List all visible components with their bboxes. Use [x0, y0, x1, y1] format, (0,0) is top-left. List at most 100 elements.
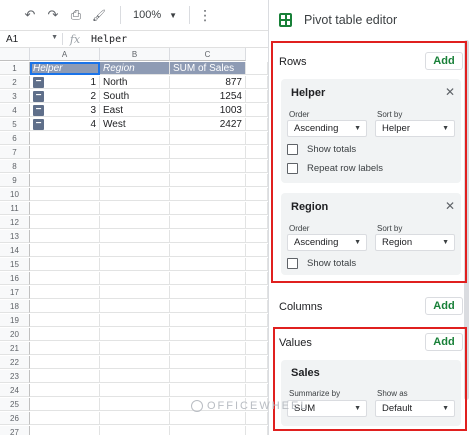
- print-icon[interactable]: ⎙: [66, 5, 86, 25]
- empty-cell[interactable]: [30, 356, 100, 369]
- empty-cell[interactable]: [100, 216, 170, 229]
- collapse-icon[interactable]: −: [33, 91, 44, 102]
- row-header[interactable]: 13: [0, 230, 30, 243]
- empty-cell[interactable]: [100, 132, 170, 145]
- empty-cell[interactable]: [246, 286, 268, 299]
- collapse-icon[interactable]: −: [33, 77, 44, 88]
- empty-cell[interactable]: [170, 286, 246, 299]
- spreadsheet-grid[interactable]: A B C 1 2 3 4 5 6 7 8 9 10 11 12 13 14 15 16 17 18 19 20 21 2…: [0, 48, 268, 435]
- row-header[interactable]: 6: [0, 132, 30, 145]
- row-header[interactable]: 23: [0, 370, 30, 383]
- empty-cell[interactable]: [246, 216, 268, 229]
- empty-cell[interactable]: [100, 398, 170, 411]
- row-header[interactable]: 7: [0, 146, 30, 159]
- zoom-select[interactable]: 100% ▼: [129, 7, 181, 23]
- empty-cell[interactable]: [100, 174, 170, 187]
- empty-cell[interactable]: [246, 230, 268, 243]
- row-header[interactable]: 20: [0, 328, 30, 341]
- cell-c4[interactable]: 1003: [170, 104, 246, 117]
- cell-c1[interactable]: SUM of Sales: [170, 62, 246, 75]
- empty-cell[interactable]: [30, 202, 100, 215]
- empty-cell[interactable]: [30, 286, 100, 299]
- empty-cell[interactable]: [170, 174, 246, 187]
- empty-cell[interactable]: [170, 328, 246, 341]
- empty-cell[interactable]: [170, 258, 246, 271]
- more-icon[interactable]: ⋮: [198, 7, 212, 24]
- empty-cell[interactable]: [100, 202, 170, 215]
- empty-cell[interactable]: [246, 202, 268, 215]
- empty-cell[interactable]: [100, 314, 170, 327]
- empty-cell[interactable]: [100, 286, 170, 299]
- row-header[interactable]: 3: [0, 90, 30, 103]
- row-header[interactable]: 19: [0, 314, 30, 327]
- collapse-icon[interactable]: −: [33, 119, 44, 130]
- row-header[interactable]: 8: [0, 160, 30, 173]
- empty-cell[interactable]: [100, 146, 170, 159]
- empty-cell[interactable]: [170, 314, 246, 327]
- empty-cell[interactable]: [170, 132, 246, 145]
- empty-cell[interactable]: [170, 202, 246, 215]
- empty-cell[interactable]: [170, 230, 246, 243]
- name-box[interactable]: A1 ▼: [0, 34, 62, 45]
- empty-cell[interactable]: [30, 244, 100, 257]
- empty-cell[interactable]: [246, 62, 268, 75]
- empty-cell[interactable]: [246, 426, 268, 435]
- empty-cell[interactable]: [30, 398, 100, 411]
- row-header[interactable]: 18: [0, 300, 30, 313]
- empty-cell[interactable]: [100, 426, 170, 435]
- empty-cell[interactable]: [30, 342, 100, 355]
- row-header[interactable]: 12: [0, 216, 30, 229]
- empty-cell[interactable]: [30, 230, 100, 243]
- empty-cell[interactable]: [246, 328, 268, 341]
- undo-icon[interactable]: ↶: [20, 5, 40, 25]
- cell-b4[interactable]: East: [100, 104, 170, 117]
- select-all-corner[interactable]: [0, 48, 30, 61]
- empty-cell[interactable]: [170, 188, 246, 201]
- empty-cell[interactable]: [246, 76, 268, 89]
- empty-cell[interactable]: [170, 244, 246, 257]
- empty-cell[interactable]: [100, 188, 170, 201]
- formula-input[interactable]: Helper: [87, 34, 127, 45]
- add-columns-button[interactable]: Add: [425, 297, 463, 315]
- empty-cell[interactable]: [170, 216, 246, 229]
- empty-cell[interactable]: [30, 188, 100, 201]
- row-header[interactable]: 17: [0, 286, 30, 299]
- empty-cell[interactable]: [246, 384, 268, 397]
- empty-cell[interactable]: [30, 272, 100, 285]
- empty-cell[interactable]: [246, 132, 268, 145]
- empty-cell[interactable]: [30, 314, 100, 327]
- empty-cell[interactable]: [30, 160, 100, 173]
- row-header[interactable]: 24: [0, 384, 30, 397]
- row-header[interactable]: 11: [0, 202, 30, 215]
- empty-cell[interactable]: [170, 272, 246, 285]
- empty-cell[interactable]: [100, 356, 170, 369]
- empty-cell[interactable]: [246, 104, 268, 117]
- empty-cell[interactable]: [170, 384, 246, 397]
- empty-cell[interactable]: [30, 426, 100, 435]
- column-header-b[interactable]: B: [100, 48, 170, 61]
- empty-cell[interactable]: [170, 356, 246, 369]
- empty-cell[interactable]: [100, 244, 170, 257]
- empty-cell[interactable]: [246, 342, 268, 355]
- cell-a3[interactable]: −2: [30, 90, 100, 103]
- cell-a5[interactable]: −4: [30, 118, 100, 131]
- cell-a4[interactable]: −3: [30, 104, 100, 117]
- row-header[interactable]: 27: [0, 426, 30, 435]
- empty-cell[interactable]: [100, 412, 170, 425]
- empty-cell[interactable]: [246, 300, 268, 313]
- empty-cell[interactable]: [30, 258, 100, 271]
- empty-cell[interactable]: [100, 342, 170, 355]
- cell-b2[interactable]: North: [100, 76, 170, 89]
- empty-cell[interactable]: [100, 272, 170, 285]
- empty-cell[interactable]: [246, 314, 268, 327]
- empty-cell[interactable]: [246, 272, 268, 285]
- empty-cell[interactable]: [30, 174, 100, 187]
- row-header[interactable]: 2: [0, 76, 30, 89]
- empty-cell[interactable]: [170, 160, 246, 173]
- row-header[interactable]: 5: [0, 118, 30, 131]
- empty-cell[interactable]: [246, 188, 268, 201]
- column-header-a[interactable]: A: [30, 48, 100, 61]
- empty-cell[interactable]: [170, 426, 246, 435]
- cell-c2[interactable]: 877: [170, 76, 246, 89]
- row-header[interactable]: 15: [0, 258, 30, 271]
